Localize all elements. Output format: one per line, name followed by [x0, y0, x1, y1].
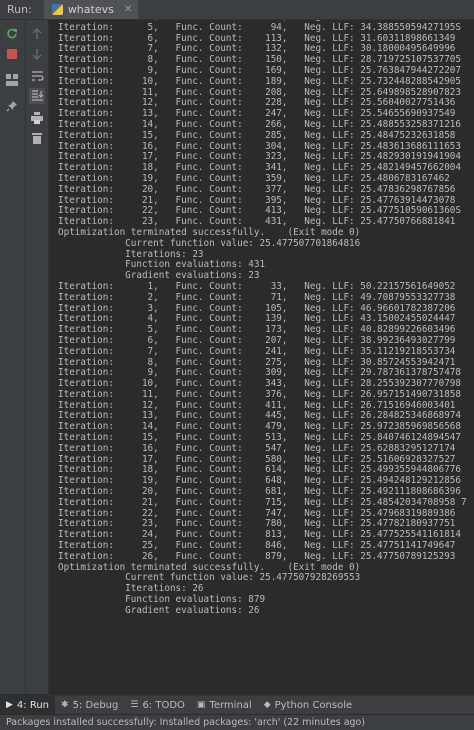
console-line: Iteration: 11, Func. Count: 208, Neg. LL… — [58, 86, 461, 98]
run-tab-whatevs[interactable]: whatevs ✕ — [43, 0, 139, 19]
play-icon: ▶ — [6, 700, 13, 710]
console-line: Iterations: 26 — [125, 583, 204, 595]
console-line: Gradient evaluations: 23 — [125, 270, 260, 282]
console-line: Iteration: 19, Func. Count: 648, Neg. LL… — [58, 475, 461, 487]
console-line: Iteration: 19, Func. Count: 359, Neg. LL… — [58, 172, 450, 184]
console-line: Iteration: 22, Func. Count: 413, Neg. LL… — [58, 205, 461, 217]
down-icon[interactable] — [29, 46, 45, 62]
console-output[interactable]: Iteration: 4, Func. Count: 75, Neg. LLF:… — [49, 20, 474, 694]
run-tool-window-header: Run: whatevs ✕ — [0, 0, 474, 20]
tab-terminal[interactable]: ▣ Terminal — [191, 696, 258, 714]
console-line: Iteration: 12, Func. Count: 411, Neg. LL… — [58, 399, 456, 411]
console-line: Iteration: 6, Func. Count: 207, Neg. LLF… — [58, 334, 456, 346]
console-line: Iteration: 14, Func. Count: 266, Neg. LL… — [58, 118, 461, 130]
console-line: Iteration: 9, Func. Count: 169, Neg. LLF… — [58, 64, 461, 76]
run-toolbar-right — [26, 20, 49, 694]
console-line: Iteration: 4, Func. Count: 139, Neg. LLF… — [58, 313, 456, 325]
console-line: Iteration: 7, Func. Count: 132, Neg. LLF… — [58, 43, 456, 55]
terminal-icon: ▣ — [196, 700, 206, 710]
console-line: Iteration: 15, Func. Count: 285, Neg. LL… — [58, 129, 456, 141]
console-line: Iteration: 22, Func. Count: 747, Neg. LL… — [58, 507, 456, 519]
console-line: Iteration: 20, Func. Count: 681, Neg. LL… — [58, 486, 461, 498]
tab-run-label: 4: Run — [16, 699, 50, 711]
console-line: Iteration: 8, Func. Count: 150, Neg. LLF… — [58, 54, 461, 66]
print-icon[interactable] — [29, 110, 45, 126]
console-line: Iteration: 7, Func. Count: 241, Neg. LLF… — [58, 345, 456, 357]
console-line: Iteration: 10, Func. Count: 189, Neg. LL… — [58, 75, 461, 87]
console-line: Iteration: 15, Func. Count: 513, Neg. LL… — [58, 432, 461, 444]
console-line: Iteration: 26, Func. Count: 879, Neg. LL… — [58, 550, 456, 562]
console-line: Iteration: 16, Func. Count: 304, Neg. LL… — [58, 140, 461, 152]
console-line: Iteration: 9, Func. Count: 309, Neg. LLF… — [58, 367, 461, 379]
tab-python-console[interactable]: ◆ Python Console — [258, 696, 358, 714]
console-line: Iteration: 8, Func. Count: 275, Neg. LLF… — [58, 356, 456, 368]
python-file-icon — [51, 4, 63, 15]
console-line: Function evaluations: 879 — [125, 594, 266, 606]
tab-terminal-label: Terminal — [209, 699, 252, 711]
run-label: Run: — [7, 3, 32, 16]
run-tab-label: whatevs — [67, 3, 114, 16]
console-line: Iteration: 2, Func. Count: 71, Neg. LLF:… — [58, 291, 456, 303]
console-line: Iteration: 21, Func. Count: 395, Neg. LL… — [58, 194, 456, 206]
console-line: Iteration: 17, Func. Count: 580, Neg. LL… — [58, 453, 456, 465]
console-line: Optimization terminated successfully. (E… — [58, 226, 361, 238]
delete-icon[interactable] — [29, 130, 45, 146]
console-line: Iteration: 17, Func. Count: 323, Neg. LL… — [58, 151, 461, 163]
console-line: Iteration: 13, Func. Count: 445, Neg. LL… — [58, 410, 461, 422]
status-bar: Packages installed successfully: Install… — [0, 714, 474, 730]
console-line: Iteration: 10, Func. Count: 343, Neg. LL… — [58, 378, 461, 390]
tab-python-console-label: Python Console — [274, 699, 353, 711]
console-line: Iteration: 1, Func. Count: 33, Neg. LLF:… — [58, 280, 456, 292]
console-line: Iteration: 13, Func. Count: 247, Neg. LL… — [58, 108, 456, 120]
console-line: Iteration: 12, Func. Count: 228, Neg. LL… — [58, 97, 456, 109]
console-line: Optimization terminated successfully. (E… — [58, 561, 361, 573]
tab-debug[interactable]: ✱ 5: Debug — [55, 696, 124, 714]
console-text: Iteration: 4, Func. Count: 75, Neg. LLF:… — [49, 20, 474, 617]
rerun-icon[interactable] — [4, 26, 20, 42]
close-icon[interactable]: ✕ — [124, 4, 132, 15]
tab-debug-label: 5: Debug — [72, 699, 119, 711]
stop-icon[interactable] — [4, 46, 20, 62]
tool-window-tabs: ▶ 4: Run ✱ 5: Debug ☰ 6: TODO ▣ Terminal… — [0, 695, 474, 714]
todo-icon: ☰ — [130, 700, 139, 710]
console-line: Iteration: 21, Func. Count: 715, Neg. LL… — [58, 496, 467, 508]
console-line: Iteration: 14, Func. Count: 479, Neg. LL… — [58, 421, 461, 433]
console-line: Current function value: 25.4775077018648… — [125, 237, 361, 249]
console-line: Iteration: 11, Func. Count: 376, Neg. LL… — [58, 388, 461, 400]
console-line: Gradient evaluations: 26 — [125, 604, 260, 616]
console-line: Iteration: 5, Func. Count: 173, Neg. LLF… — [58, 324, 456, 336]
console-line: Iteration: 23, Func. Count: 431, Neg. LL… — [58, 216, 456, 228]
tab-todo[interactable]: ☰ 6: TODO — [124, 696, 191, 714]
soft-wrap-icon[interactable] — [29, 68, 45, 84]
up-icon[interactable] — [29, 26, 45, 42]
python-icon: ◆ — [263, 700, 271, 710]
console-line: Iteration: 6, Func. Count: 113, Neg. LLF… — [58, 32, 456, 44]
console-line: Iteration: 20, Func. Count: 377, Neg. LL… — [58, 183, 456, 195]
run-toolbar-left — [0, 20, 26, 694]
console-line: Iteration: 18, Func. Count: 341, Neg. LL… — [58, 162, 461, 174]
layout-icon[interactable] — [4, 72, 20, 88]
console-line: Function evaluations: 431 — [125, 259, 266, 271]
status-message[interactable]: Packages installed successfully: Install… — [6, 717, 365, 728]
console-line: Iteration: 23, Func. Count: 780, Neg. LL… — [58, 518, 456, 530]
console-line: Iterations: 23 — [125, 248, 204, 260]
pin-icon[interactable] — [4, 98, 20, 114]
console-line: Iteration: 16, Func. Count: 547, Neg. LL… — [58, 442, 456, 454]
tab-todo-label: 6: TODO — [142, 699, 185, 711]
console-line: Iteration: 24, Func. Count: 813, Neg. LL… — [58, 529, 461, 541]
bug-icon: ✱ — [61, 700, 69, 710]
console-line: Current function value: 25.4775079282695… — [125, 572, 361, 584]
scroll-to-end-icon[interactable] — [29, 88, 45, 104]
console-line: Iteration: 3, Func. Count: 105, Neg. LLF… — [58, 302, 456, 314]
tab-run[interactable]: ▶ 4: Run — [0, 696, 56, 714]
console-line: Iteration: 5, Func. Count: 94, Neg. LLF:… — [58, 21, 461, 33]
console-line: Iteration: 18, Func. Count: 614, Neg. LL… — [58, 464, 461, 476]
console-line: Iteration: 25, Func. Count: 846, Neg. LL… — [58, 540, 456, 552]
